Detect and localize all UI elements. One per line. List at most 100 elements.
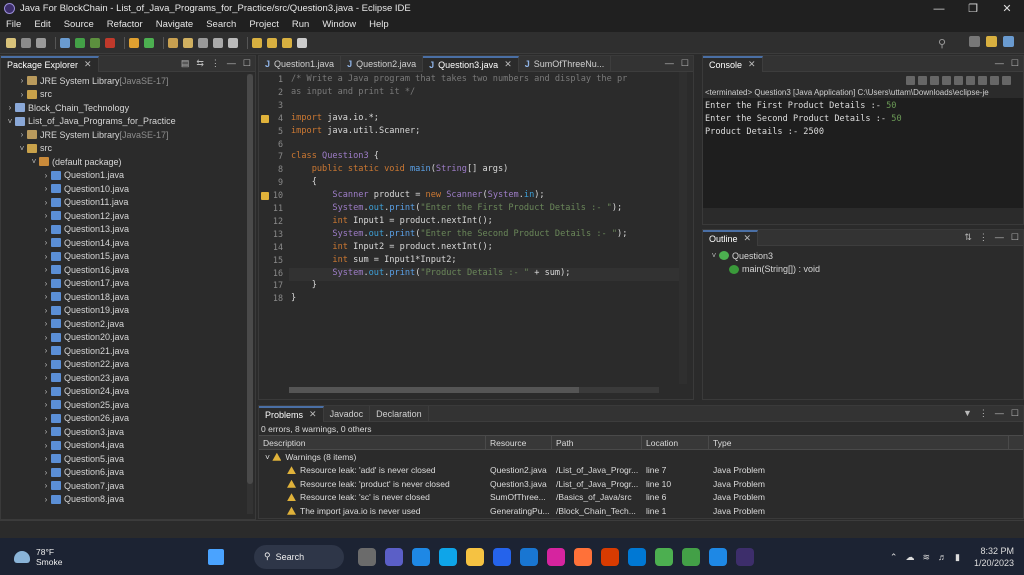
code-line[interactable]: int Input2 = product.nextInt(); [291, 242, 492, 252]
code-line[interactable]: class Question3 { [291, 151, 379, 161]
close-button[interactable]: ✕ [990, 2, 1024, 15]
vscode-icon[interactable] [709, 547, 727, 566]
task-view-icon[interactable] [358, 547, 376, 566]
menu-search[interactable]: Search [206, 19, 236, 30]
tree-item[interactable]: ˅ List_of_Java_Programs_for_Practice [1, 115, 255, 129]
chevron-right-icon[interactable]: › [41, 346, 51, 355]
open-perspective-icon[interactable] [969, 36, 980, 47]
weather-widget[interactable]: 78°F Smoke [0, 547, 150, 567]
chevron-right-icon[interactable]: › [41, 171, 51, 180]
tree-item[interactable]: › Question16.java [1, 263, 255, 277]
column-location[interactable]: Location [642, 436, 709, 449]
new-class-icon[interactable] [144, 37, 154, 48]
editor-tab[interactable]: J Question2.java [341, 55, 424, 72]
eclipse-taskbar-icon[interactable] [736, 547, 754, 566]
code-line[interactable]: } [291, 293, 296, 303]
tree-item[interactable]: › Question20.java [1, 331, 255, 345]
tree-item[interactable]: › Question24.java [1, 385, 255, 399]
code-line[interactable]: int Input1 = product.nextInt(); [291, 216, 492, 226]
code-line[interactable]: } [291, 280, 317, 290]
tree-item[interactable]: › Question12.java [1, 209, 255, 223]
editor-hscrollbar[interactable] [289, 387, 659, 393]
tab-package-explorer[interactable]: Package Explorer ✕ [1, 55, 99, 72]
chevron-down-icon[interactable]: ˅ [17, 144, 27, 153]
battery-icon[interactable]: ▮ [955, 552, 960, 563]
word-wrap-icon[interactable] [954, 75, 963, 85]
code-line[interactable]: System.out.print("Enter the First Produc… [291, 203, 622, 213]
column-description[interactable]: Description [259, 436, 486, 449]
close-icon[interactable]: ✕ [84, 59, 92, 70]
chevron-right-icon[interactable]: › [17, 130, 27, 139]
chevron-right-icon[interactable]: › [41, 333, 51, 342]
cloud-icon[interactable]: ☁ [905, 552, 914, 563]
tree-item[interactable]: ˅ src [1, 142, 255, 156]
outline-method[interactable]: main(String[]) : void [703, 263, 1023, 277]
menu-run[interactable]: Run [292, 19, 309, 30]
debug-perspective-icon[interactable] [1003, 36, 1014, 47]
view-menu-icon[interactable]: ⋮ [211, 58, 220, 69]
tree-item[interactable]: › JRE System Library [JavaSE-17] [1, 74, 255, 88]
tree-scrollbar[interactable] [247, 74, 253, 514]
open-console-icon[interactable] [1002, 75, 1011, 85]
close-icon[interactable]: ✕ [744, 233, 752, 244]
chevron-right-icon[interactable]: › [41, 292, 51, 301]
open-task-icon[interactable] [183, 37, 193, 48]
clear-console-icon[interactable] [966, 75, 975, 85]
maximize-icon[interactable]: ☐ [1011, 58, 1019, 69]
tree-item[interactable]: › Question5.java [1, 452, 255, 466]
java-perspective-icon[interactable] [986, 36, 997, 47]
outline-class[interactable]: ˅ Question3 [703, 249, 1023, 263]
editor-scrollbar[interactable] [679, 72, 687, 384]
warnings-group[interactable]: ˅ Warnings (8 items) [259, 450, 1023, 464]
menu-project[interactable]: Project [249, 19, 279, 30]
back-icon[interactable] [267, 37, 277, 48]
tree-item[interactable]: › Question2.java [1, 317, 255, 331]
chevron-right-icon[interactable]: › [17, 90, 27, 99]
sort-icon[interactable]: ⇅ [964, 232, 972, 243]
tree-item[interactable]: › Question14.java [1, 236, 255, 250]
instagram-icon[interactable] [547, 547, 565, 566]
chevron-right-icon[interactable]: › [41, 414, 51, 423]
menu-help[interactable]: Help [369, 19, 389, 30]
clock[interactable]: 8:32 PM 1/20/2023 [974, 545, 1014, 569]
debug-icon[interactable] [60, 37, 70, 48]
table-row[interactable]: The import java.io is never used Generati… [259, 504, 1023, 518]
table-row[interactable]: Resource leak: 'add' is never closed Ques… [259, 464, 1023, 478]
store-icon[interactable] [412, 547, 430, 566]
filter-icon[interactable]: ▼ [963, 408, 972, 419]
code-line[interactable]: import java.io.*; [291, 113, 379, 123]
annotation-icon[interactable] [213, 37, 223, 48]
view-menu-icon[interactable]: ⋮ [979, 232, 988, 243]
save-all-icon[interactable] [36, 37, 46, 48]
maximize-icon[interactable]: ☐ [1011, 232, 1019, 243]
todo-icon[interactable] [493, 547, 511, 566]
tree-item[interactable]: › Question4.java [1, 439, 255, 453]
warning-marker-icon[interactable] [261, 114, 269, 123]
tree-item[interactable]: › Question10.java [1, 182, 255, 196]
next-annotation-icon[interactable] [252, 37, 262, 48]
chevron-down-icon[interactable]: ˅ [265, 452, 270, 462]
tree-item[interactable]: › JRE System Library [JavaSE-17] [1, 128, 255, 142]
new-java-project-icon[interactable] [129, 37, 139, 48]
search-tool-icon[interactable] [198, 37, 208, 48]
tree-item[interactable]: › Question22.java [1, 358, 255, 372]
search-icon[interactable]: ⚲ [938, 37, 946, 50]
tab-declaration[interactable]: Declaration [370, 405, 429, 422]
code-line[interactable]: System.out.print("Enter the Second Produ… [291, 229, 627, 239]
file-explorer-icon[interactable] [466, 547, 484, 566]
run-icon[interactable] [75, 37, 85, 48]
close-icon[interactable]: ✕ [504, 59, 512, 70]
chevron-right-icon[interactable]: › [41, 265, 51, 274]
chevron-down-icon[interactable]: ˅ [29, 157, 39, 166]
windows-start-icon[interactable] [208, 548, 224, 565]
chevron-right-icon[interactable]: › [41, 252, 51, 261]
code-line[interactable]: Scanner product = new Scanner(System.in)… [291, 190, 544, 200]
code-line[interactable]: int sum = Input1*Input2; [291, 255, 456, 265]
tree-item[interactable]: › Question6.java [1, 466, 255, 480]
open-type-icon[interactable] [168, 37, 178, 48]
restore-button[interactable]: ❐ [956, 2, 990, 15]
close-icon[interactable]: ✕ [309, 409, 317, 420]
forward-icon[interactable] [282, 37, 292, 48]
minimize-icon[interactable]: — [995, 408, 1004, 419]
office-icon[interactable] [601, 547, 619, 566]
